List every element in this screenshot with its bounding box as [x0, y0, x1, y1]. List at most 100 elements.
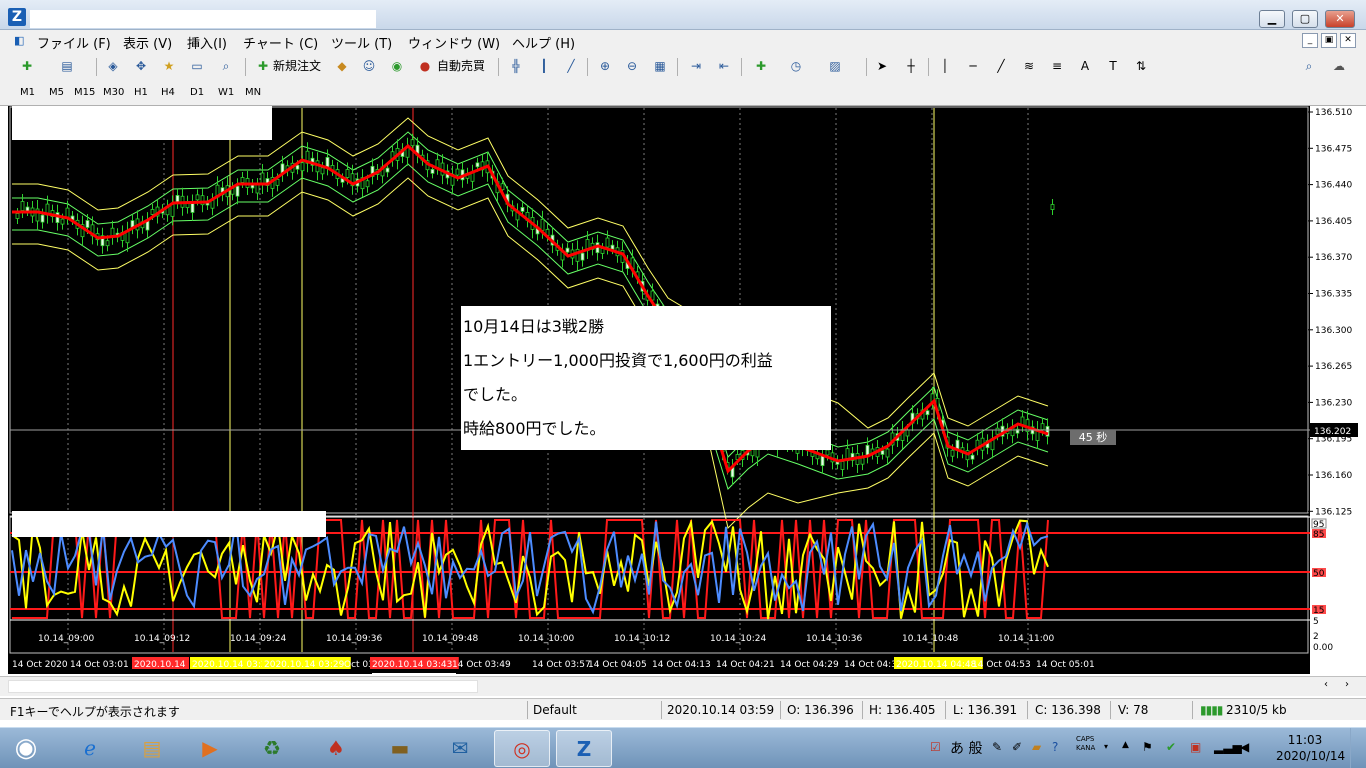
- app-icon-scanner[interactable]: ▬: [372, 730, 428, 767]
- minimize-button[interactable]: ▁: [1259, 10, 1285, 28]
- tray-expand-icon[interactable]: ▲: [1122, 740, 1129, 750]
- signals-icon[interactable]: ◉: [388, 58, 406, 74]
- bar-high: H: 136.405: [869, 703, 936, 717]
- ime-help-icon[interactable]: ?: [1052, 740, 1058, 754]
- profiles-icon[interactable]: ▤: [58, 58, 76, 74]
- show-desktop-button[interactable]: [1350, 728, 1366, 768]
- profile-name[interactable]: Default: [533, 703, 577, 717]
- tile-windows-icon[interactable]: ▦: [651, 58, 669, 74]
- favorites-icon[interactable]: ★: [160, 58, 178, 74]
- candle-body: [950, 449, 955, 457]
- zoom-in-icon[interactable]: ⊕: [596, 58, 614, 74]
- ime-tools-icon[interactable]: ✎: [992, 740, 1002, 754]
- text-icon[interactable]: A: [1076, 58, 1094, 74]
- close-button[interactable]: ✕: [1325, 10, 1355, 28]
- market-watch-icon[interactable]: ◈: [104, 58, 122, 74]
- trendline-icon[interactable]: ╱: [992, 58, 1010, 74]
- new-order-button[interactable]: 新規注文: [273, 57, 321, 74]
- scrollbar-thumb[interactable]: [8, 680, 478, 693]
- arrows-icon[interactable]: ⇅: [1132, 58, 1150, 74]
- timeframe-h4[interactable]: H4: [161, 87, 175, 98]
- candle-body: [60, 218, 65, 225]
- chrome-icon[interactable]: ◎: [494, 730, 550, 767]
- bar-chart-icon[interactable]: ╬: [507, 58, 525, 74]
- mdi-close-button[interactable]: ✕: [1340, 33, 1356, 48]
- osc-label-50: 50: [1313, 569, 1325, 579]
- timeframe-h1[interactable]: H1: [134, 87, 148, 98]
- timeframe-w1[interactable]: W1: [218, 87, 234, 98]
- ime-mode[interactable]: あ 般: [950, 738, 982, 758]
- terminal-icon[interactable]: ▭: [188, 58, 206, 74]
- horizontal-line-icon[interactable]: ─: [964, 58, 982, 74]
- scroll-right-icon[interactable]: ›: [1345, 679, 1349, 690]
- start-button-icon[interactable]: ◉: [0, 730, 52, 767]
- timeframe-mn[interactable]: MN: [245, 87, 261, 98]
- price-chart[interactable]: 136.202 136.510 136.475 136.440 136.405 136.…: [8, 106, 1358, 674]
- cursor-icon[interactable]: ➤: [873, 58, 891, 74]
- ime-pad-icon[interactable]: ▰: [1032, 740, 1041, 754]
- scroll-left-icon[interactable]: ‹: [1324, 679, 1328, 690]
- timeframe-m30[interactable]: M30: [103, 87, 124, 98]
- menu-help[interactable]: ヘルプ (H): [512, 33, 575, 52]
- vertical-line-icon[interactable]: │: [936, 58, 954, 74]
- file-explorer-icon[interactable]: ▤: [124, 730, 180, 767]
- menu-view[interactable]: 表示 (V): [123, 33, 172, 52]
- annotation-line-4: 時給800円でした。: [463, 419, 606, 438]
- candlestick-icon[interactable]: ┃: [535, 58, 553, 74]
- volume-icon[interactable]: ◀: [1240, 740, 1249, 754]
- search-icon[interactable]: ⌕: [1300, 58, 1318, 74]
- network-icon[interactable]: ▂▃▅: [1214, 740, 1242, 754]
- maximize-button[interactable]: ▢: [1292, 10, 1318, 28]
- app-icon-mail[interactable]: ✉: [432, 730, 488, 767]
- timeframe-m5[interactable]: M5: [49, 87, 64, 98]
- line-chart-icon[interactable]: ╱: [562, 58, 580, 74]
- account-icon[interactable]: ☺: [360, 58, 378, 74]
- auto-trading-icon[interactable]: ●: [416, 58, 434, 74]
- security-icon[interactable]: ✔: [1166, 740, 1176, 754]
- ime-dictionary-icon[interactable]: ✐: [1012, 740, 1022, 754]
- trading-app-icon[interactable]: Z: [556, 730, 612, 767]
- price-axis-label: 136.230: [1315, 398, 1352, 408]
- new-order-icon[interactable]: ✚: [254, 58, 272, 74]
- action-center-icon[interactable]: ⚑: [1142, 740, 1153, 754]
- menu-tools[interactable]: ツール (T): [331, 33, 392, 52]
- tester-icon[interactable]: ⌕: [217, 58, 235, 74]
- ime-tray-icon[interactable]: ☑: [930, 740, 941, 754]
- auto-trading-button[interactable]: 自動売買: [437, 57, 485, 74]
- status-separator: [780, 701, 781, 719]
- time-axis-label: 2020.10.14 03:43: [372, 660, 452, 670]
- menu-insert[interactable]: 挿入(I): [187, 33, 227, 52]
- app-icon-recycle[interactable]: ♻: [244, 730, 300, 767]
- mdi-minimize-button[interactable]: _: [1302, 33, 1318, 48]
- text-label-icon[interactable]: T: [1104, 58, 1122, 74]
- menu-chart[interactable]: チャート (C): [243, 33, 318, 52]
- zoom-out-icon[interactable]: ⊖: [623, 58, 641, 74]
- media-player-icon[interactable]: ▶: [182, 730, 238, 767]
- internet-explorer-icon[interactable]: ℯ: [62, 730, 118, 767]
- menu-file[interactable]: ファイル (F): [37, 33, 111, 52]
- navigator-icon[interactable]: ✥: [132, 58, 150, 74]
- indicators-icon[interactable]: ✚: [752, 58, 770, 74]
- timeframe-m15[interactable]: M15: [74, 87, 95, 98]
- status-separator: [1110, 701, 1111, 719]
- menu-window[interactable]: ウィンドウ (W): [408, 33, 500, 52]
- chart-scrollbar[interactable]: ‹ ›: [0, 676, 1366, 696]
- mdi-restore-button[interactable]: ▣: [1321, 33, 1337, 48]
- chat-icon[interactable]: ☁: [1330, 58, 1348, 74]
- metaeditor-icon[interactable]: ◆: [333, 58, 351, 74]
- ime-options-icon[interactable]: ▾: [1104, 742, 1108, 751]
- chart-shift-icon[interactable]: ⇥: [687, 58, 705, 74]
- price-axis-label: 136.195: [1315, 435, 1352, 445]
- crosshair-icon[interactable]: ┼: [902, 58, 920, 74]
- timeframe-m1[interactable]: M1: [20, 87, 35, 98]
- system-clock[interactable]: 11:03 2020/10/14: [1276, 732, 1345, 764]
- templates-icon[interactable]: ▨: [826, 58, 844, 74]
- timeframe-d1[interactable]: D1: [190, 87, 204, 98]
- app-icon-games[interactable]: ♠: [308, 730, 364, 767]
- equidistant-channel-icon[interactable]: ≋: [1020, 58, 1038, 74]
- periods-icon[interactable]: ◷: [787, 58, 805, 74]
- app-tray-icon[interactable]: ▣: [1190, 740, 1201, 754]
- fibonacci-icon[interactable]: ≡: [1048, 58, 1066, 74]
- new-chart-icon[interactable]: ✚: [18, 58, 36, 74]
- autoscroll-icon[interactable]: ⇤: [715, 58, 733, 74]
